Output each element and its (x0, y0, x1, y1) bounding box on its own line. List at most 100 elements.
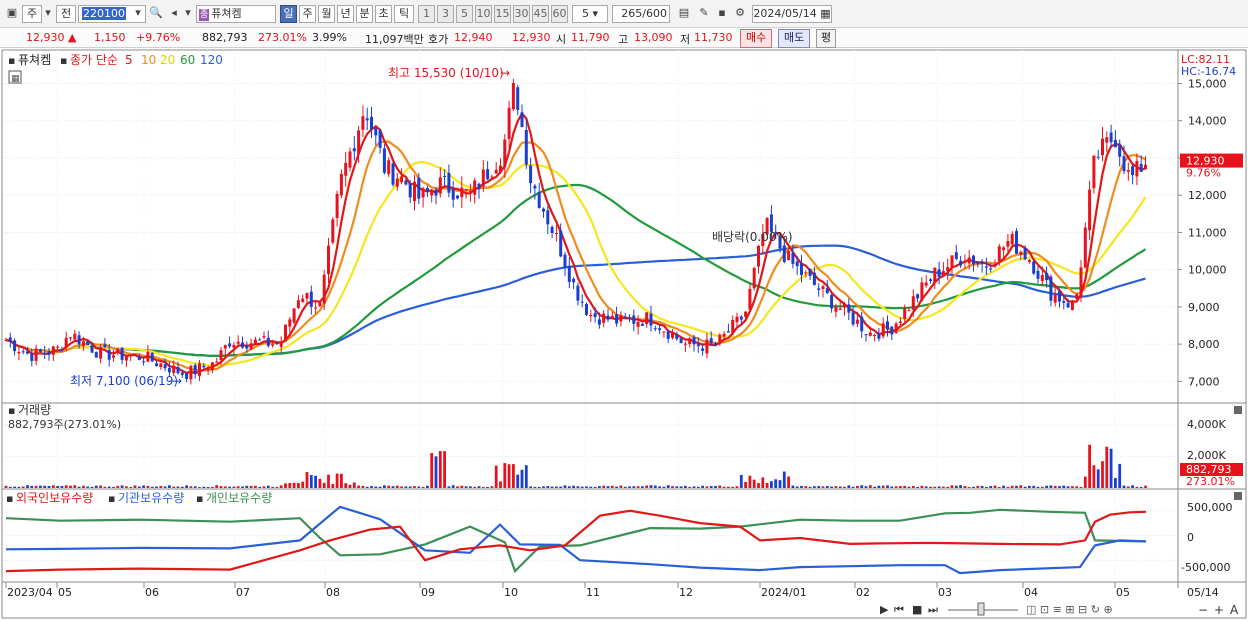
volume-bar (868, 485, 872, 488)
candle-body (309, 291, 313, 307)
search-icon[interactable]: 🔍 (148, 5, 164, 23)
scroll-right-icon[interactable]: ▶ (880, 603, 889, 616)
volume-bar (417, 486, 421, 488)
candle-body (202, 365, 206, 368)
candle-body (597, 319, 601, 325)
volume-bar (942, 486, 945, 488)
stop-icon[interactable]: ■ (912, 603, 922, 616)
minute-1-button[interactable]: 1 (418, 5, 435, 23)
candle-body (292, 308, 296, 323)
volume-bar (610, 485, 614, 488)
speaker-icon[interactable]: ◂ (166, 5, 182, 23)
buy-button[interactable]: 매수 (740, 29, 773, 48)
minute-5-button[interactable]: 5 (456, 5, 473, 23)
candle-body (507, 107, 511, 140)
candle-body (675, 334, 679, 339)
minute-60-button[interactable]: 60 (551, 5, 568, 23)
window-icon[interactable]: ▣ (4, 5, 20, 23)
volume-bar (843, 486, 846, 488)
minute-10-button[interactable]: 10 (475, 5, 492, 23)
settings-icon[interactable]: ⚙ (732, 5, 748, 23)
minute-3-button[interactable]: 3 (437, 5, 454, 23)
scroll-end-icon[interactable]: ⏭ (928, 603, 938, 616)
even-button[interactable]: 평 (816, 29, 837, 48)
candle-body (253, 339, 257, 344)
volume-bar (727, 486, 730, 488)
candle-body (752, 267, 756, 289)
candle-body (950, 255, 954, 268)
prev-button[interactable]: 전 (56, 5, 76, 23)
candle-body (843, 303, 846, 308)
period-month-button[interactable]: 월 (318, 5, 335, 23)
save-icon[interactable]: ▪ (714, 5, 730, 23)
holdings-pane-close-icon[interactable] (1234, 492, 1242, 500)
interval-select[interactable]: 5 ▾ (572, 5, 608, 23)
drawing-icon[interactable]: ✎ (696, 5, 712, 23)
minute-45-button[interactable]: 45 (532, 5, 549, 23)
candle-body (1058, 291, 1061, 302)
period-minute-button[interactable]: 분 (356, 5, 373, 23)
candle-body (60, 349, 64, 351)
volume-bar (77, 486, 81, 488)
minute-15-button[interactable]: 15 (494, 5, 511, 23)
period-day-button[interactable]: 일 (280, 5, 297, 23)
candle-body (103, 344, 107, 348)
sell-button[interactable]: 매도 (778, 29, 811, 48)
minute-30-button[interactable]: 30 (513, 5, 530, 23)
candle-body (782, 245, 786, 262)
zoom-out-icon[interactable]: − (1198, 603, 1208, 617)
stock-chart[interactable]: 15,00014,00013,00012,00011,00010,0009,00… (0, 48, 1248, 621)
zoom-slider-handle[interactable] (977, 602, 985, 616)
candle-body (615, 314, 619, 324)
volume-bar (56, 486, 59, 488)
candle-body (1040, 274, 1044, 281)
volume-bar (348, 484, 352, 488)
market-button[interactable]: 주 (22, 5, 42, 23)
candle-body (533, 185, 537, 189)
volume-pane-close-icon[interactable] (1234, 406, 1242, 414)
font-size-icon[interactable]: A (1230, 603, 1239, 617)
dropdown-arrow-icon[interactable]: ▾ (42, 5, 54, 23)
volume-bar (365, 486, 369, 488)
code-dropdown-icon[interactable]: ▾ (132, 5, 144, 23)
volume-bar (1062, 485, 1066, 488)
count-input[interactable]: 265/600 (612, 5, 670, 23)
volume-bar (125, 486, 128, 488)
volume-bar (103, 486, 107, 488)
volume-bar (1096, 469, 1100, 488)
period-week-button[interactable]: 주 (299, 5, 316, 23)
chart-tools-icon[interactable]: ▤ (676, 5, 692, 23)
price-tick-label: 10,000 (1188, 264, 1227, 277)
volume-bar (469, 486, 472, 488)
zoom-in-icon[interactable]: + (1214, 603, 1224, 617)
stock-name-field[interactable]: 종 퓨쳐켐 (196, 5, 276, 23)
period-tick-button[interactable]: 틱 (394, 5, 414, 23)
volume-bar (112, 486, 115, 488)
volume-bar (593, 486, 597, 488)
volume-bar (275, 486, 279, 488)
candle-body (219, 350, 223, 361)
volume-bar (589, 486, 593, 488)
view-tools-icon[interactable]: ◫ ⊡ ≡ ⊞ ⊟ ↻ ⊕ (1026, 603, 1113, 616)
scroll-start-icon[interactable]: ⏮ (894, 603, 904, 616)
candle-body (142, 361, 146, 363)
legend-ma-marker: ▪ (60, 54, 67, 67)
date-input[interactable]: 2024/05/14 ▦ (752, 5, 832, 23)
volume-bar (598, 486, 601, 488)
volume-bar (774, 479, 778, 488)
candle-body (511, 83, 515, 110)
candle-body (245, 345, 249, 349)
volume-bar (907, 486, 911, 488)
month-tick-label: 04 (1024, 586, 1038, 599)
period-year-button[interactable]: 년 (337, 5, 354, 23)
holdings-foreign-marker: ▪ (6, 492, 13, 505)
period-second-button[interactable]: 초 (375, 5, 392, 23)
volume-bar (993, 485, 997, 488)
candle-body (714, 343, 717, 346)
speaker-dropdown-icon[interactable]: ▾ (182, 5, 194, 23)
volume-bar (352, 482, 356, 488)
volume-bar (477, 486, 481, 488)
candle-body (236, 341, 240, 344)
candle-body (886, 321, 889, 330)
month-tick-label: 08 (326, 586, 340, 599)
